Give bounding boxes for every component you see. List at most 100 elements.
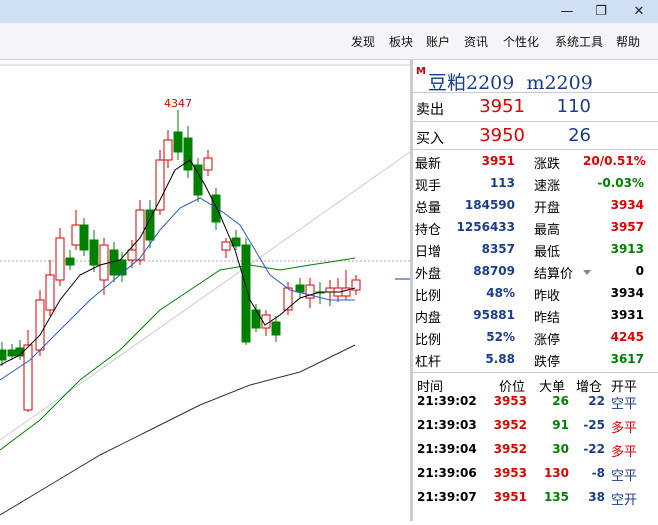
tick-row: 21:39:04 3952 30 -22 多平 xyxy=(413,438,658,462)
candle-body xyxy=(211,194,221,223)
contract-marker: M xyxy=(416,66,426,77)
tick-time: 21:39:03 xyxy=(417,418,477,432)
minimize-button[interactable]: — xyxy=(553,2,581,22)
stat-value: 113 xyxy=(489,176,515,190)
stat-value: 20/0.51% xyxy=(583,154,646,168)
candle-body xyxy=(45,274,55,311)
dropdown-triangle-icon[interactable] xyxy=(583,270,591,275)
menu-account[interactable]: 账户 xyxy=(426,33,450,50)
stat-label: 日增 xyxy=(415,245,442,260)
stat-value: 88709 xyxy=(473,264,515,278)
tick-change: -25 xyxy=(583,418,605,432)
stat-value: 4245 xyxy=(610,330,644,344)
tick-volume: 130 xyxy=(543,466,569,480)
menu-discover[interactable]: 发现 xyxy=(351,33,375,50)
tick-row: 21:39:06 3953 130 -8 空平 xyxy=(413,462,658,486)
tick-volume: 91 xyxy=(552,418,569,432)
stat-value: 8357 xyxy=(481,242,515,256)
tick-type: 多平 xyxy=(611,421,638,436)
candle-body xyxy=(89,239,99,266)
kline-canvas[interactable]: 4347 xyxy=(0,60,411,521)
stat-row: 外盘 88709 结算价 0 xyxy=(413,260,658,282)
quote-panel: M 豆粕2209 m2209 卖出 3951 110 买入 3950 26 最新… xyxy=(413,60,658,521)
stat-value: 0 xyxy=(635,264,644,278)
stat-label: 总量 xyxy=(415,201,442,216)
tick-row: 21:39:07 3951 135 38 空开 xyxy=(413,486,658,510)
close-button[interactable]: ✕ xyxy=(625,2,653,22)
stat-value: -0.03% xyxy=(597,176,644,190)
candle-body xyxy=(35,299,45,351)
candle-body xyxy=(127,249,137,261)
menu-system-tools[interactable]: 系统工具 xyxy=(555,33,603,50)
tick-price: 3951 xyxy=(493,490,527,504)
ma5-line xyxy=(0,159,356,366)
maximize-button[interactable]: ❐ xyxy=(587,2,615,22)
stat-label: 昨结 xyxy=(534,311,561,326)
stat-label: 外盘 xyxy=(415,267,442,282)
tick-price: 3952 xyxy=(493,442,527,456)
tick-change: 22 xyxy=(588,394,605,408)
high-price-label: 4347 xyxy=(164,97,192,110)
stat-label: 最新 xyxy=(415,157,442,172)
menu-help[interactable]: 帮助 xyxy=(616,33,640,50)
tick-change: 38 xyxy=(588,490,605,504)
stat-value: 184590 xyxy=(464,198,515,212)
candle-body xyxy=(71,224,81,246)
tick-volume: 135 xyxy=(543,490,569,504)
title-bar: — ❐ ✕ xyxy=(0,0,658,23)
candle-body xyxy=(155,159,165,211)
stat-value: 5.88 xyxy=(485,352,515,366)
tick-row: 21:39:03 3952 91 -25 多平 xyxy=(413,414,658,438)
candle-body xyxy=(99,244,109,281)
candle-body xyxy=(241,244,251,343)
candle-body xyxy=(183,137,193,171)
stat-label: 持仓 xyxy=(415,223,442,238)
stat-label: 现手 xyxy=(415,179,442,194)
stat-row: 内盘 95881 昨结 3931 xyxy=(413,304,658,326)
menu-bar: 发现 板块 账户 资讯 个性化 系统工具 帮助 xyxy=(0,23,658,60)
buy-label: 买入 xyxy=(416,131,444,147)
tick-time: 21:39:04 xyxy=(417,442,477,456)
sell-price: 3951 xyxy=(479,96,525,117)
menu-personalize[interactable]: 个性化 xyxy=(503,33,539,50)
buy-price: 3950 xyxy=(479,125,525,146)
candle-body xyxy=(79,224,89,251)
ma60-line xyxy=(0,344,356,516)
buy-quote-row: 买入 3950 26 xyxy=(413,122,658,150)
tick-type: 空开 xyxy=(611,493,638,508)
candle-body xyxy=(203,157,213,171)
buy-volume: 26 xyxy=(568,125,591,146)
candle-body xyxy=(0,349,7,361)
candle-body xyxy=(65,257,75,266)
stat-label: 内盘 xyxy=(415,311,442,326)
candle-body xyxy=(23,344,33,411)
stat-row: 总量 184590 开盘 3934 xyxy=(413,194,658,216)
stat-row: 持仓 1256433 最高 3957 xyxy=(413,216,658,238)
stat-value: 3951 xyxy=(481,154,515,168)
stat-label: 涨跌 xyxy=(534,157,561,172)
stat-label: 开盘 xyxy=(534,201,561,216)
stat-value: 3934 xyxy=(610,286,644,300)
stat-label: 涨停 xyxy=(534,333,561,348)
candle-body xyxy=(135,209,145,261)
candle-body xyxy=(163,139,173,161)
menu-sectors[interactable]: 板块 xyxy=(389,33,413,50)
tick-type: 空平 xyxy=(611,469,638,484)
tick-type: 多平 xyxy=(611,445,638,460)
stat-value: 1256433 xyxy=(456,220,515,234)
stat-value: 3934 xyxy=(610,198,644,212)
tick-volume: 30 xyxy=(552,442,569,456)
menu-news[interactable]: 资讯 xyxy=(464,33,488,50)
stat-value: 3617 xyxy=(610,352,644,366)
candle-body xyxy=(271,321,281,336)
candle-body xyxy=(173,131,183,153)
stat-row: 日增 8357 最低 3913 xyxy=(413,238,658,260)
tick-time: 21:39:07 xyxy=(417,490,477,504)
tick-change: -8 xyxy=(591,466,605,480)
candle-body xyxy=(251,309,261,329)
sell-label: 卖出 xyxy=(416,102,444,118)
kline-chart[interactable]: 4347 xyxy=(0,60,411,521)
candle-body xyxy=(55,237,65,281)
stat-row: 现手 113 速涨 -0.03% xyxy=(413,172,658,194)
stat-value: 3957 xyxy=(610,220,644,234)
